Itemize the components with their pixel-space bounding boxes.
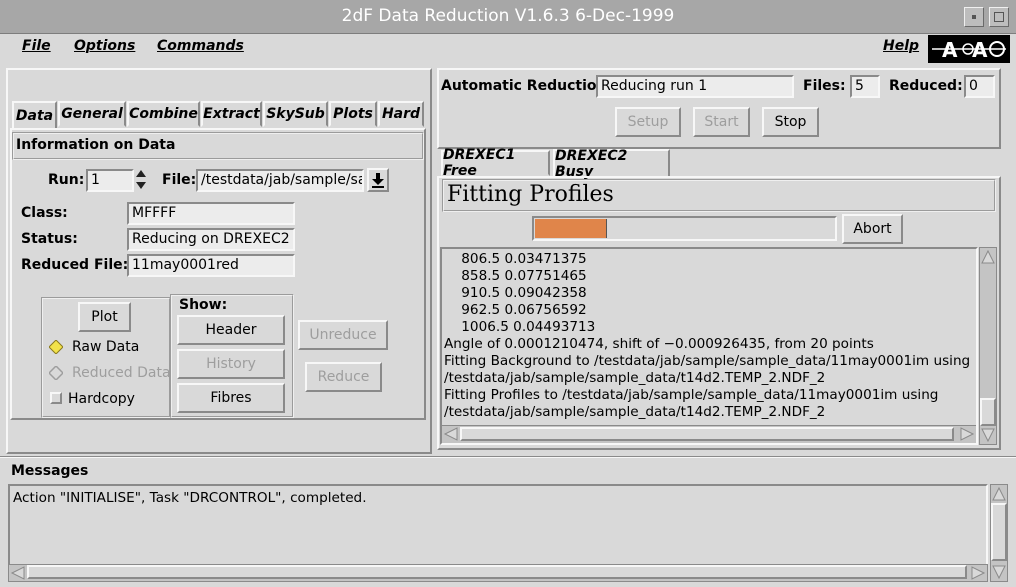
- files-value: 5: [850, 75, 880, 98]
- reduced-file-value: 11may0001red: [127, 254, 295, 277]
- run-input[interactable]: 1: [86, 169, 134, 192]
- log-line: /testdata/jab/sample/sample_data/t14d2.T…: [444, 404, 826, 420]
- reduce-button[interactable]: Reduce: [305, 362, 382, 392]
- scroll-left-icon[interactable]: [442, 426, 460, 443]
- hardcopy-checkbox[interactable]: [50, 392, 62, 404]
- log-line: 1006.5 0.04493713: [444, 319, 596, 335]
- files-label: Files:: [803, 78, 846, 94]
- task-title-box: Fitting Profiles: [442, 179, 996, 212]
- file-input[interactable]: /testdata/jab/sample/samp: [196, 169, 364, 192]
- maximize-button[interactable]: [989, 7, 1009, 27]
- unreduce-button[interactable]: Unreduce: [298, 320, 388, 350]
- messages-hscroll-thumb[interactable]: [27, 565, 967, 579]
- raw-data-label[interactable]: Raw Data: [72, 339, 139, 355]
- header-button[interactable]: Header: [177, 315, 285, 345]
- abort-button[interactable]: Abort: [842, 214, 903, 244]
- messages-textbox[interactable]: Action "INITIALISE", Task "DRCONTROL", c…: [8, 484, 988, 568]
- plot-button[interactable]: Plot: [78, 302, 131, 332]
- scroll-left-icon[interactable]: [9, 565, 27, 581]
- title-bar[interactable]: 2dF Data Reduction V1.6.3 6-Dec-1999: [0, 0, 1016, 34]
- minimize-button[interactable]: [964, 7, 984, 27]
- tab-drexec1[interactable]: DREXEC1 Free: [441, 147, 550, 179]
- reduced-count-value: 0: [964, 75, 995, 98]
- scroll-right-icon[interactable]: [969, 565, 987, 581]
- tab-extract[interactable]: Extract: [201, 101, 262, 127]
- raw-data-radio[interactable]: [48, 339, 64, 355]
- setup-button[interactable]: Setup: [615, 107, 681, 137]
- log-vscrollbar[interactable]: [979, 247, 997, 445]
- menu-file[interactable]: File: [22, 38, 51, 54]
- log-line: Fitting Background to /testdata/jab/samp…: [444, 353, 971, 369]
- auto-reduction-label: Automatic Reduction:: [441, 78, 613, 94]
- spin-down-icon[interactable]: [136, 182, 146, 189]
- window-title: 2dF Data Reduction V1.6.3 6-Dec-1999: [341, 6, 675, 26]
- file-picker-button[interactable]: [367, 168, 389, 192]
- menu-bar: File Options Commands Help A A: [0, 34, 1016, 64]
- log-textbox[interactable]: 806.5 0.03471375 858.5 0.07751465 910.5 …: [440, 247, 978, 445]
- status-value: Reducing on DREXEC2: [127, 228, 295, 251]
- vscroll-thumb[interactable]: [980, 398, 996, 426]
- log-line: 910.5 0.09042358: [444, 285, 587, 301]
- task-title: Fitting Profiles: [447, 182, 614, 207]
- messages-hscrollbar[interactable]: [8, 564, 988, 582]
- tab-skysub[interactable]: SkySub: [263, 101, 328, 127]
- start-button[interactable]: Start: [693, 107, 750, 137]
- log-line: 858.5 0.07751465: [444, 268, 587, 284]
- scroll-down-icon[interactable]: [991, 563, 1007, 581]
- log-hscrollbar[interactable]: [442, 425, 976, 443]
- status-label: Status:: [21, 231, 78, 247]
- log-line: Fitting Profiles to /testdata/jab/sample…: [444, 387, 939, 403]
- messages-vscrollbar[interactable]: [990, 484, 1008, 582]
- show-label: Show:: [179, 297, 228, 313]
- log-lines: 806.5 0.03471375 858.5 0.07751465 910.5 …: [444, 251, 976, 423]
- run-label: Run:: [48, 172, 85, 188]
- reduced-data-label[interactable]: Reduced Data: [72, 365, 171, 381]
- messages-label: Messages: [11, 463, 89, 479]
- reduced-data-radio[interactable]: [47, 364, 65, 382]
- messages-vscroll-thumb[interactable]: [991, 503, 1007, 561]
- svg-text:A: A: [972, 38, 988, 62]
- info-heading-box: Information on Data: [12, 132, 424, 160]
- hardcopy-label[interactable]: Hardcopy: [68, 391, 135, 407]
- tab-drexec2[interactable]: DREXEC2 Busy: [553, 148, 670, 180]
- file-label: File:: [162, 172, 197, 188]
- history-button[interactable]: History: [177, 349, 285, 379]
- spin-up-icon[interactable]: [136, 170, 146, 177]
- menu-commands[interactable]: Commands: [157, 38, 244, 54]
- log-line: 806.5 0.03471375: [444, 251, 587, 267]
- menu-help[interactable]: Help: [883, 38, 919, 54]
- log-line: 962.5 0.06756592: [444, 302, 587, 318]
- scroll-up-icon[interactable]: [980, 248, 996, 266]
- scroll-up-icon[interactable]: [991, 485, 1007, 503]
- log-line: /testdata/jab/sample/sample_data/t14d2.T…: [444, 370, 826, 386]
- reduced-file-label: Reduced File:: [21, 257, 129, 273]
- tab-plots[interactable]: Plots: [329, 101, 377, 127]
- class-value: MFFFF: [127, 202, 295, 225]
- progress-bar: [532, 216, 837, 241]
- aao-logo: A A: [928, 35, 1010, 63]
- progress-fill: [535, 219, 607, 238]
- menu-options[interactable]: Options: [74, 38, 135, 54]
- separator: [0, 456, 1016, 458]
- svg-text:A: A: [942, 38, 958, 62]
- reduced-count-label: Reduced:: [889, 78, 963, 94]
- scroll-right-icon[interactable]: [958, 426, 976, 443]
- messages-text: Action "INITIALISE", Task "DRCONTROL", c…: [13, 490, 367, 506]
- run-spinner[interactable]: [134, 168, 148, 192]
- log-line: Angle of 0.0001210474, shift of −0.00092…: [444, 336, 874, 352]
- info-heading: Information on Data: [16, 137, 176, 153]
- stop-button[interactable]: Stop: [762, 107, 819, 137]
- class-label: Class:: [21, 205, 68, 221]
- scroll-down-icon[interactable]: [980, 426, 996, 444]
- download-arrow-icon: [372, 173, 384, 188]
- tab-hard[interactable]: Hard: [378, 101, 424, 127]
- tab-data[interactable]: Data: [12, 101, 57, 129]
- tab-combine[interactable]: Combine: [127, 101, 200, 127]
- auto-status-value: Reducing run 1: [596, 75, 794, 98]
- tab-general[interactable]: General: [58, 101, 126, 127]
- hscroll-thumb[interactable]: [460, 427, 954, 441]
- fibres-button[interactable]: Fibres: [177, 383, 285, 413]
